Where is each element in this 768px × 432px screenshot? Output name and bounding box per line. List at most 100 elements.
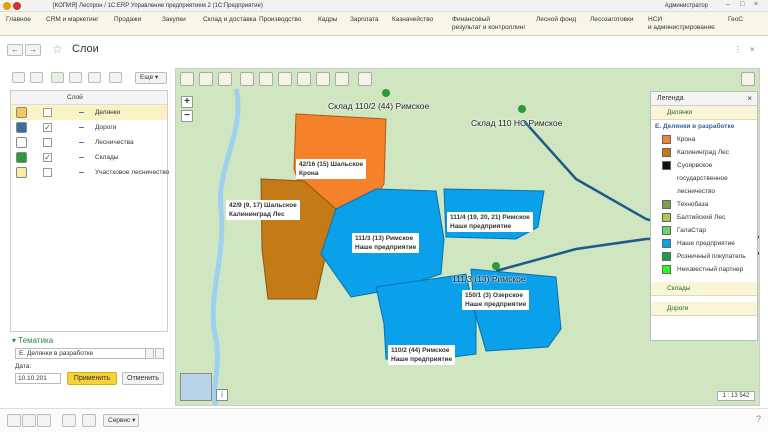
map-edit-icon[interactable]: [316, 72, 330, 86]
map-legend: Легенда × Делянки Е. Делянки в разработке…: [650, 91, 758, 341]
legend-toggle-icon[interactable]: [741, 72, 755, 86]
warehouse-marker[interactable]: [492, 262, 500, 270]
add-layer-icon[interactable]: [12, 72, 25, 83]
menu-item[interactable]: Финансовый результат и контроллинг: [452, 16, 526, 32]
warehouse-marker[interactable]: [518, 105, 526, 113]
map-export-icon[interactable]: [358, 72, 372, 86]
layer-visible-checkbox[interactable]: [43, 108, 52, 117]
warehouse-label: Склад 110 НС Римское: [471, 118, 563, 128]
cancel-button[interactable]: Отменить: [122, 372, 164, 385]
date-field[interactable]: 10.10.201: [15, 373, 61, 384]
layer-icon: [16, 107, 27, 118]
layer-visible-checkbox[interactable]: [43, 168, 52, 177]
more-actions-icon[interactable]: ⋮: [734, 45, 742, 54]
map-home-icon[interactable]: [180, 72, 194, 86]
map-view[interactable]: + − Склад 110/2 (44) Римское Склад 110 Н…: [175, 68, 760, 406]
info-icon[interactable]: i: [216, 389, 228, 401]
menu-item[interactable]: Кадры: [318, 16, 337, 24]
app-menu-icon[interactable]: [13, 1, 21, 10]
warehouse-marker[interactable]: [382, 89, 390, 97]
minimap[interactable]: [180, 373, 212, 401]
plot-label-line: Наше предприятие: [465, 301, 527, 308]
window-title: [КОПИЯ] Леспрон / 1С:ERP Управление пред…: [53, 2, 263, 9]
layer-visible-checkbox[interactable]: ✓: [43, 123, 52, 132]
legend-header: Легенда ×: [651, 92, 757, 106]
menu-item[interactable]: Зарплата: [350, 16, 378, 24]
delete-icon[interactable]: [88, 72, 101, 83]
back-button[interactable]: ←: [7, 44, 23, 56]
legend-section-plots[interactable]: Делянки: [651, 106, 757, 120]
layer-icon: [16, 137, 27, 148]
menu-item[interactable]: Производство: [259, 16, 301, 24]
more-button[interactable]: Еще ▾: [135, 72, 167, 84]
forward-button[interactable]: →: [25, 44, 41, 56]
maximize-icon[interactable]: □: [740, 1, 744, 8]
plot-label: 111/3 (13) Римское Наше предприятие: [352, 233, 420, 253]
legend-item: Балтийский Лес: [651, 211, 757, 224]
map-funnel-icon[interactable]: [297, 72, 311, 86]
menu-item[interactable]: Продажи: [114, 16, 141, 24]
legend-item: Суоярвское государственное лесничество: [651, 159, 757, 198]
layers-icon[interactable]: [7, 414, 21, 427]
legend-close-icon[interactable]: ×: [747, 94, 752, 103]
layer-style-icon: [79, 127, 84, 128]
legend-section-roads[interactable]: Дороги: [651, 302, 757, 316]
legend-item-label: Наше предприятие: [677, 240, 735, 247]
zoom-in-button[interactable]: +: [181, 96, 193, 108]
menu-item[interactable]: ГеоС: [728, 16, 743, 24]
legend-item: Крона: [651, 133, 757, 146]
layer-row[interactable]: Лесничества: [11, 135, 167, 150]
map-pan-icon[interactable]: [199, 72, 213, 86]
add-icon[interactable]: [82, 414, 96, 427]
menu-item[interactable]: Лесной фонд: [536, 16, 576, 24]
minimize-icon[interactable]: –: [726, 1, 730, 8]
map-measure-icon[interactable]: [240, 72, 254, 86]
forest-icon[interactable]: [37, 414, 51, 427]
search-icon[interactable]: [62, 414, 76, 427]
favorite-star-icon[interactable]: ☆: [52, 42, 63, 56]
menu-item[interactable]: Казначейство: [392, 16, 433, 24]
service-button[interactable]: Сервис ▾: [103, 414, 139, 427]
zoom-out-button[interactable]: −: [181, 110, 193, 122]
layer-row[interactable]: Делянки: [11, 105, 167, 120]
menu-item[interactable]: CRM и маркетинг: [46, 16, 99, 24]
create-icon[interactable]: [51, 72, 64, 83]
layer-label: Участковое лесничество: [95, 169, 170, 176]
thematics-field[interactable]: Е. Делянки в разработке: [15, 348, 153, 359]
layer-row[interactable]: ✓ Дороги: [11, 120, 167, 135]
close-form-icon[interactable]: ×: [750, 45, 755, 54]
select-dots-icon[interactable]: [145, 348, 154, 359]
menu-item[interactable]: Лесозаготовки: [590, 16, 634, 24]
thematics-title[interactable]: ▾ Тематика: [12, 336, 53, 345]
layer-visible-checkbox[interactable]: ✓: [43, 153, 52, 162]
apply-button[interactable]: Применить: [67, 372, 117, 385]
copy-layer-icon[interactable]: [30, 72, 43, 83]
close-window-icon[interactable]: ×: [754, 1, 758, 8]
legend-item-label: Технобаза: [677, 201, 709, 208]
legend-item-label: Неизвестный партнер: [677, 266, 744, 273]
menu-item[interactable]: Склад и доставка: [203, 16, 256, 24]
map-tool-icon[interactable]: [335, 72, 349, 86]
layer-visible-checkbox[interactable]: [43, 138, 52, 147]
user-name[interactable]: Администратор: [665, 3, 708, 9]
menu-item[interactable]: Главное: [6, 16, 31, 24]
refresh-icon[interactable]: [109, 72, 122, 83]
map-ruler-icon[interactable]: [259, 72, 273, 86]
layer-style-icon: [79, 172, 84, 173]
tree-icon[interactable]: [22, 414, 36, 427]
open-icon[interactable]: [155, 348, 164, 359]
map-select-icon[interactable]: [218, 72, 232, 86]
plot-label-line: Крона: [299, 170, 319, 177]
layer-row[interactable]: ✓ Склады: [11, 150, 167, 165]
edit-icon[interactable]: [69, 72, 82, 83]
layer-label: Дороги: [95, 124, 117, 131]
plot-label-line: 110/2 (44) Римское: [391, 347, 450, 354]
map-filter-icon[interactable]: [278, 72, 292, 86]
help-icon[interactable]: ?: [756, 414, 761, 424]
layer-row[interactable]: Участковое лесничество: [11, 165, 170, 180]
page-header: ← → ☆ Слои ⋮ ×: [0, 37, 768, 65]
legend-section-warehouses[interactable]: Склады: [651, 282, 757, 296]
menu-item[interactable]: Закупки: [162, 16, 186, 24]
legend-subtitle: Е. Делянки в разработке: [655, 123, 735, 130]
menu-item[interactable]: НСИ и администрирование: [648, 16, 715, 32]
